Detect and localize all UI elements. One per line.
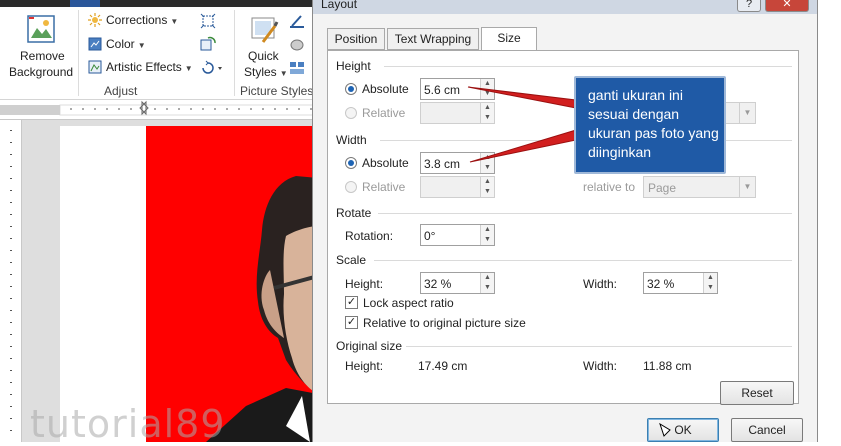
instruction-callout: ganti ukuran ini sesuai dengan ukuran pa… bbox=[574, 76, 726, 174]
mouse-cursor-icon bbox=[659, 422, 671, 437]
callout-text: ganti ukuran ini sesuai dengan ukuran pa… bbox=[588, 87, 719, 160]
callout-arrows bbox=[467, 86, 671, 437]
